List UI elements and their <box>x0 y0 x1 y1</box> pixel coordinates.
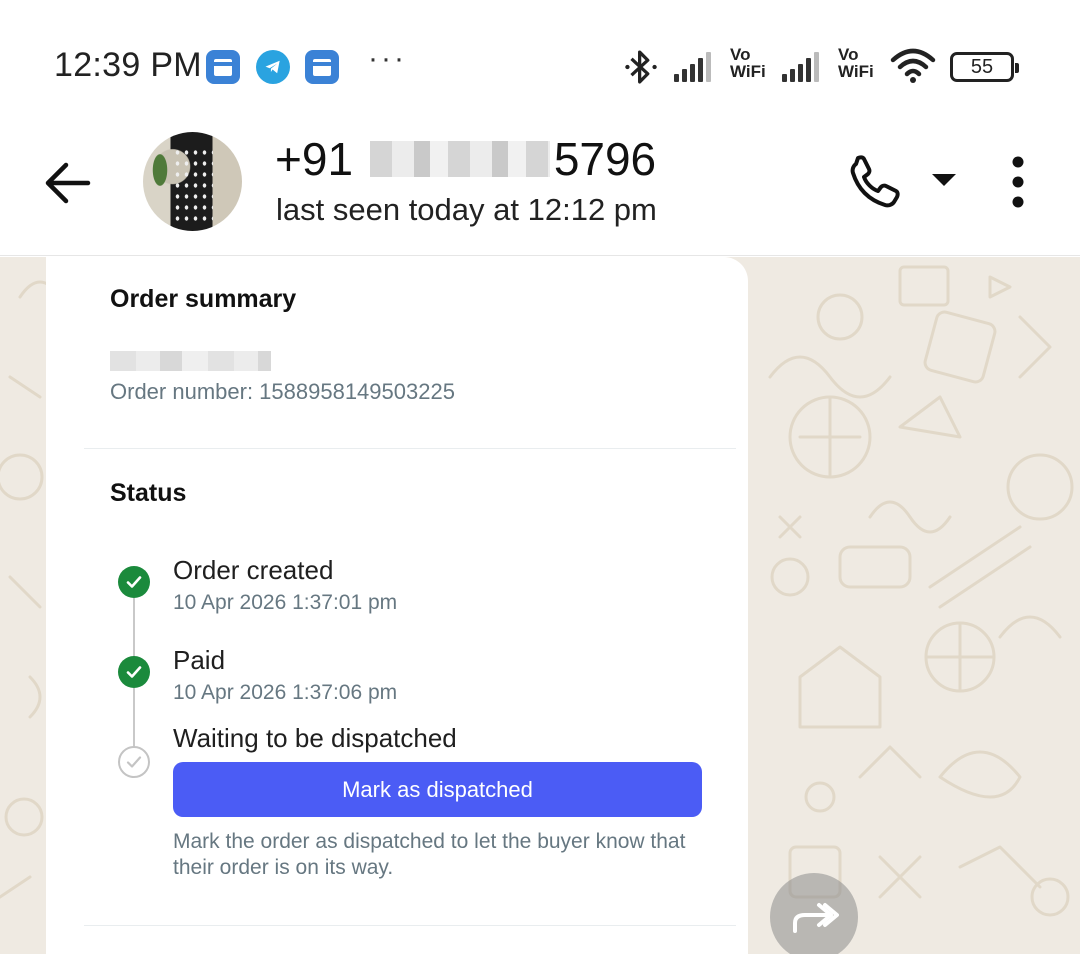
back-arrow-icon[interactable] <box>40 156 94 210</box>
contact-phone-suffix: 5796 <box>553 133 657 185</box>
step-pending-check-icon <box>118 746 150 778</box>
telegram-icon <box>256 50 290 84</box>
battery-level: 55 <box>970 55 994 78</box>
divider <box>84 925 736 926</box>
bluetooth-icon <box>625 50 657 84</box>
step-timestamp: 10 Apr 2026 1:37:01 pm <box>173 591 398 614</box>
step-timestamp: 10 Apr 2026 1:37:06 pm <box>173 681 398 704</box>
last-seen-status: last seen today at 12:12 pm <box>276 192 657 227</box>
status-title: Status <box>110 479 187 507</box>
order-summary-card: Order summary Order number: 158895814950… <box>46 257 748 954</box>
redacted-phone-digits <box>369 140 550 177</box>
more-options-icon[interactable] <box>1000 154 1036 210</box>
avatar-dress-graphic <box>173 147 213 227</box>
mark-as-dispatched-button[interactable]: Mark as dispatched <box>173 762 702 817</box>
signal-strength-icon <box>674 48 711 82</box>
step-done-check-icon <box>118 566 150 598</box>
avatar-plant-graphic <box>149 154 171 194</box>
dispatch-help-text: Mark the order as dispatched to let the … <box>173 830 686 879</box>
message-notification-icon <box>305 50 339 84</box>
more-notifications-icon: ··· <box>368 42 407 75</box>
forward-icon <box>793 903 839 933</box>
contact-phone-prefix: +91 <box>275 133 354 185</box>
phone-icon[interactable] <box>846 152 906 212</box>
wifi-icon <box>890 48 936 83</box>
step-done-check-icon <box>118 656 150 688</box>
order-summary-title: Order summary <box>110 285 297 313</box>
forward-button[interactable] <box>770 873 858 954</box>
vowifi-label: Vo WiFi <box>730 45 766 81</box>
order-number: Order number: 1588958149503225 <box>110 379 455 404</box>
status-bar: 12:39 PM ··· Vo WiFi Vo WiFi 55 <box>0 0 1080 120</box>
divider <box>84 448 736 449</box>
signal-strength-icon <box>782 48 819 82</box>
avatar[interactable] <box>143 132 242 231</box>
chat-header: +91 5796 last seen today at 12:12 pm <box>0 120 1080 256</box>
contact-name[interactable]: +91 5796 <box>275 132 656 186</box>
step-label: Order created <box>173 555 334 585</box>
caret-down-icon[interactable] <box>930 170 958 190</box>
message-notification-icon <box>206 50 240 84</box>
step-label: Waiting to be dispatched <box>173 723 457 753</box>
battery-indicator: 55 <box>950 52 1019 82</box>
step-label: Paid <box>173 645 226 675</box>
vowifi-label: Vo WiFi <box>838 45 874 81</box>
timeline-connector <box>133 598 135 658</box>
status-time: 12:39 PM <box>54 46 202 84</box>
redacted-order-item <box>110 351 271 371</box>
timeline-connector <box>133 688 135 748</box>
